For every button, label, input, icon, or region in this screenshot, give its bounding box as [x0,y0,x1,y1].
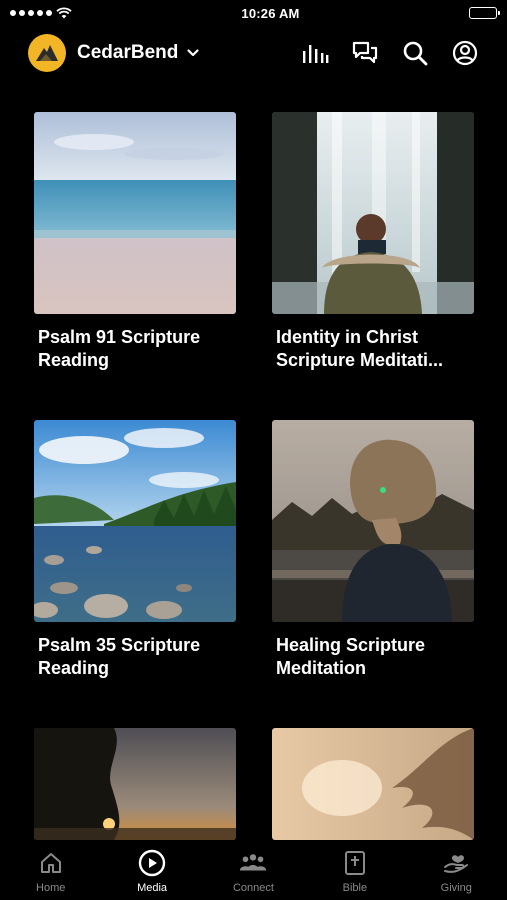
people-icon [238,848,268,878]
media-card[interactable]: Identity in Christ Scripture Meditati... [272,112,474,372]
media-thumbnail[interactable] [34,112,236,314]
search-icon[interactable] [401,39,429,67]
chevron-down-icon[interactable] [186,46,200,60]
media-title[interactable]: Healing Scripture Meditation [272,634,474,680]
tab-label: Media [137,882,168,894]
media-thumbnail[interactable] [272,112,474,314]
media-thumbnail[interactable] [34,420,236,622]
tab-giving[interactable]: Giving [416,848,496,894]
media-thumbnail[interactable] [272,420,474,622]
church-logo[interactable] [28,34,66,72]
play-circle-icon [137,848,167,878]
audio-bars-icon[interactable] [301,39,329,67]
battery-icon [468,7,500,19]
media-card[interactable]: Psalm 35 Scripture Reading [34,420,236,680]
media-card[interactable]: Healing Scripture Meditation [272,420,474,680]
home-icon [36,848,66,878]
media-title[interactable]: Identity in Christ Scripture Meditati... [272,326,474,372]
media-card[interactable] [272,728,474,840]
tab-bible[interactable]: Bible [315,848,395,894]
tab-label: Connect [232,882,274,894]
status-bar: 10:26 AM [0,0,507,26]
church-name[interactable]: CedarBend [77,42,178,64]
church-logo-icon [36,45,58,61]
tab-connect[interactable]: Connect [213,848,293,894]
giving-hand-icon [441,848,471,878]
media-card[interactable]: Psalm 91 Scripture Reading [34,112,236,372]
media-title[interactable]: Psalm 91 Scripture Reading [34,326,236,372]
media-card[interactable] [34,728,236,840]
media-thumbnail[interactable] [34,728,236,840]
tab-label: Giving [440,882,472,894]
profile-icon[interactable] [451,39,479,67]
bottom-tab-bar: Home Media Connect Bible Giving [0,840,507,900]
bible-icon [340,848,370,878]
tab-home[interactable]: Home [11,848,91,894]
app-header: CedarBend [0,30,507,76]
media-title[interactable]: Psalm 35 Scripture Reading [34,634,236,680]
wifi-icon [56,7,72,19]
tab-media[interactable]: Media [112,848,192,894]
cell-signal-icon [10,10,52,16]
chat-icon[interactable] [351,39,379,67]
signal-indicator [10,7,72,19]
media-thumbnail[interactable] [272,728,474,840]
status-time: 10:26 AM [241,5,300,21]
tab-label: Home [36,882,66,894]
tab-label: Bible [342,882,368,894]
